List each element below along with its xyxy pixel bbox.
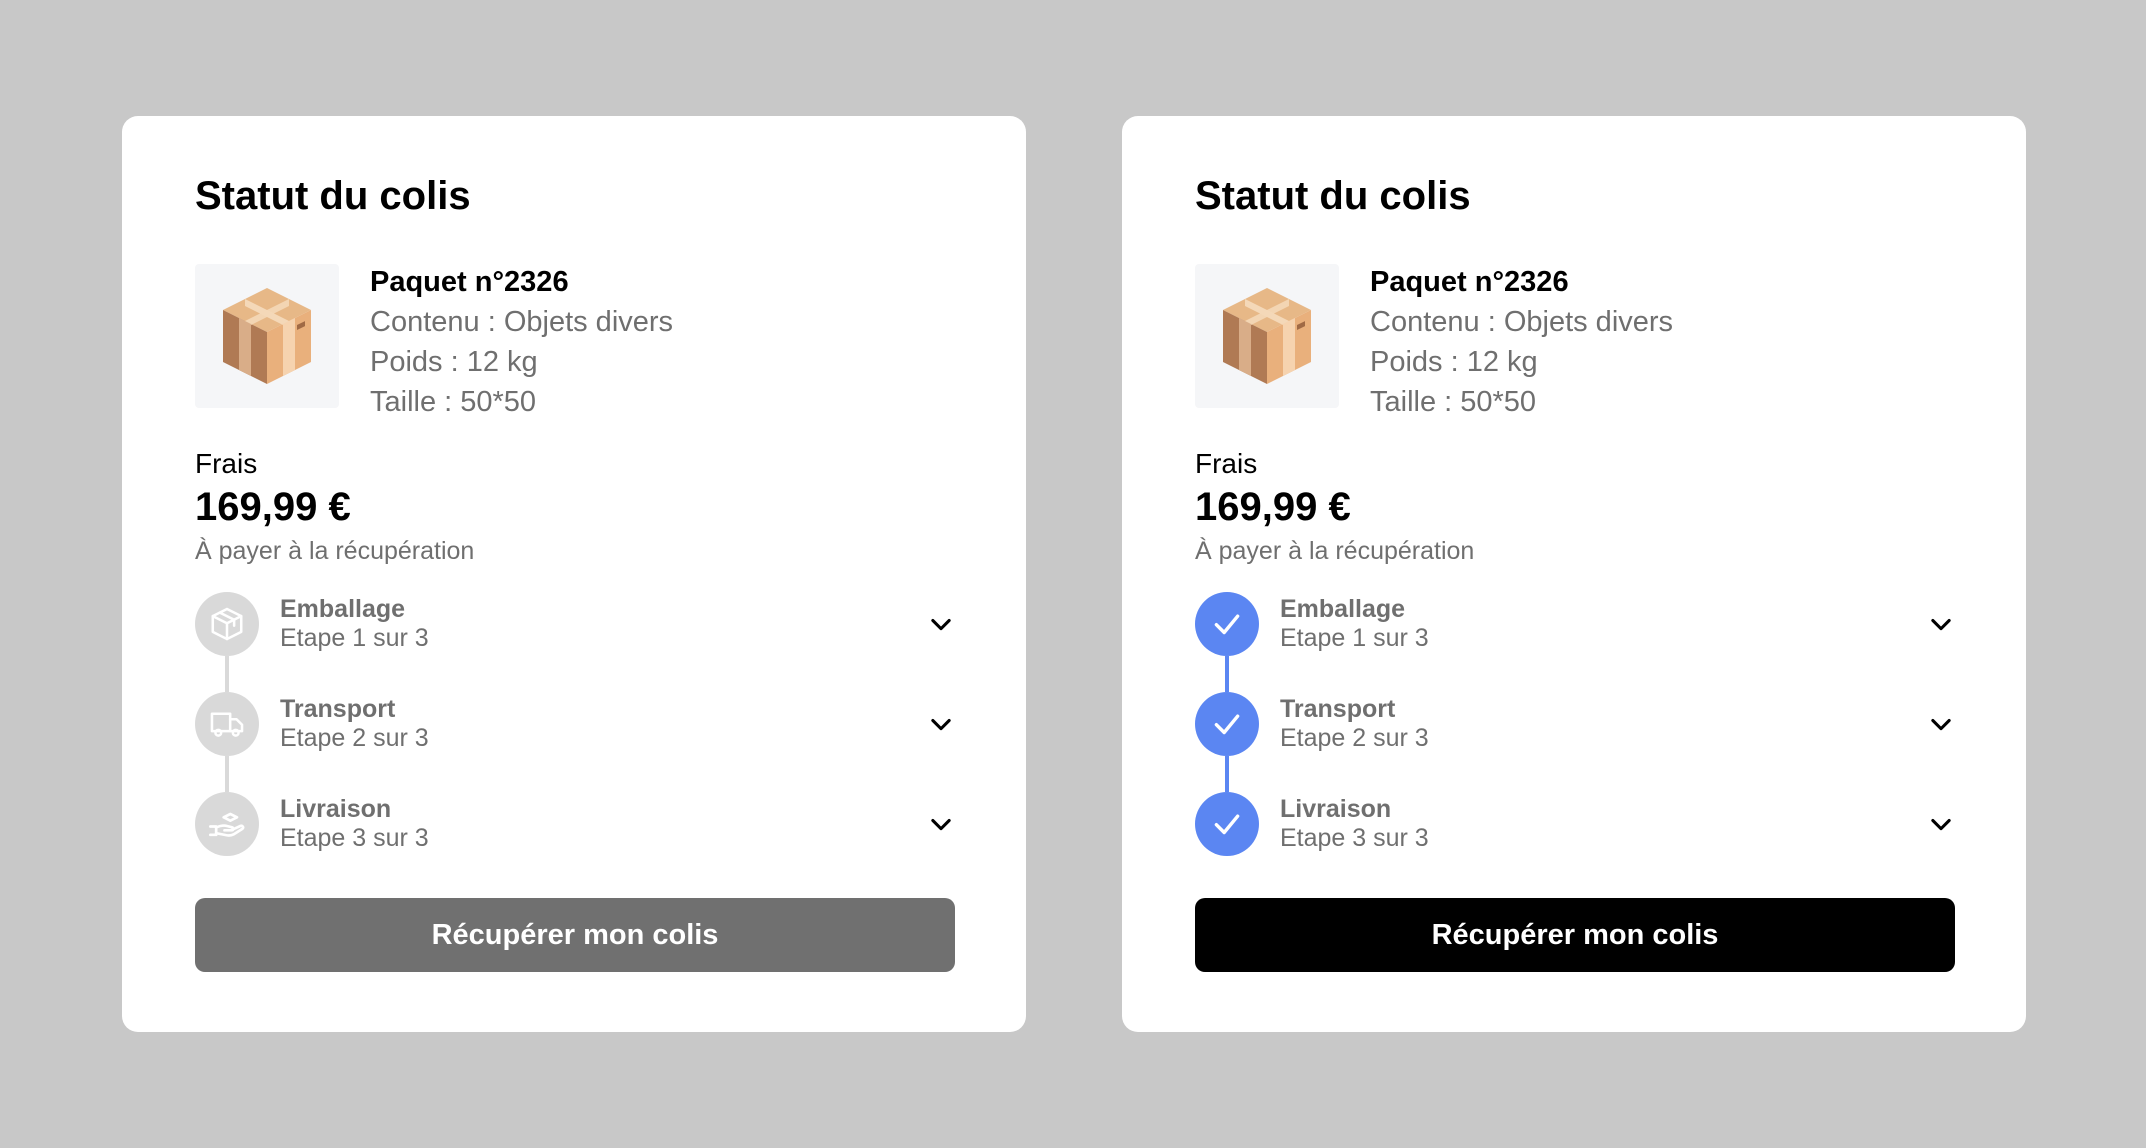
check-icon: [1214, 614, 1240, 635]
fees-label: Frais: [1195, 448, 1258, 479]
package-name: Paquet n°2326: [370, 266, 569, 298]
step-connector: [1225, 756, 1229, 792]
parcel-status-card-completed: Statut du colis Paquet n°2326 Contenu : …: [1122, 116, 2026, 1032]
step-status-circle: [195, 592, 259, 656]
package-image: [1195, 264, 1339, 408]
step-title: Transport: [280, 695, 396, 723]
truck-icon: [210, 712, 244, 737]
package-details: Paquet n°2326 Contenu : Objets divers Po…: [370, 262, 673, 422]
card-title: Statut du colis: [1195, 174, 1471, 218]
cardboard-box-icon: [223, 288, 311, 384]
package-size: Taille : 50*50: [1370, 386, 1537, 418]
step-title: Emballage: [1280, 595, 1406, 623]
step-status-circle: [195, 792, 259, 856]
step-connector: [1225, 656, 1229, 692]
chevron-down-icon[interactable]: [925, 608, 957, 640]
step-status-circle: [195, 692, 259, 756]
chevron-down-icon[interactable]: [925, 708, 957, 740]
step-emballage[interactable]: Emballage Etape 1 sur 3: [195, 592, 957, 658]
step-status-circle: [1195, 592, 1259, 656]
chevron-down-icon[interactable]: [1925, 608, 1957, 640]
delivery-steps: Emballage Etape 1 sur 3 Transport Etape …: [1195, 592, 1957, 858]
hand-delivery-icon: [209, 812, 245, 837]
step-connector: [225, 756, 229, 792]
step-title: Transport: [1280, 695, 1396, 723]
step-subtitle: Etape 1 sur 3: [1280, 624, 1429, 652]
fees-note: À payer à la récupération: [1195, 537, 1475, 565]
check-icon: [1214, 814, 1240, 835]
step-connector: [225, 656, 229, 692]
step-emballage[interactable]: Emballage Etape 1 sur 3: [1195, 592, 1957, 658]
fees-amount: 169,99 €: [195, 485, 351, 529]
package-details: Paquet n°2326 Contenu : Objets divers Po…: [1370, 262, 1673, 422]
package-name: Paquet n°2326: [1370, 266, 1569, 298]
fees-note: À payer à la récupération: [195, 537, 475, 565]
package-content: Contenu : Objets divers: [1370, 306, 1674, 338]
delivery-steps: Emballage Etape 1 sur 3 Transport Etape …: [195, 592, 957, 858]
step-title: Livraison: [1280, 795, 1392, 823]
check-icon: [1214, 714, 1240, 735]
step-subtitle: Etape 2 sur 3: [280, 724, 429, 752]
card-title: Statut du colis: [195, 174, 471, 218]
package-content: Contenu : Objets divers: [370, 306, 674, 338]
step-transport[interactable]: Transport Etape 2 sur 3: [195, 692, 957, 758]
package-weight: Poids : 12 kg: [370, 346, 538, 378]
step-title: Livraison: [280, 795, 392, 823]
chevron-down-icon[interactable]: [925, 808, 957, 840]
cardboard-box-icon: [1223, 288, 1311, 384]
step-subtitle: Etape 1 sur 3: [280, 624, 429, 652]
fees-label: Frais: [195, 448, 258, 479]
fees-amount: 169,99 €: [1195, 485, 1351, 529]
step-livraison[interactable]: Livraison Etape 3 sur 3: [1195, 792, 1957, 858]
package-size: Taille : 50*50: [370, 386, 537, 418]
retrieve-parcel-button[interactable]: Récupérer mon colis: [195, 898, 955, 972]
step-subtitle: Etape 3 sur 3: [1280, 824, 1429, 852]
step-title: Emballage: [280, 595, 406, 623]
step-livraison[interactable]: Livraison Etape 3 sur 3: [195, 792, 957, 858]
package-weight: Poids : 12 kg: [1370, 346, 1538, 378]
package-image: [195, 264, 339, 408]
retrieve-parcel-button[interactable]: Récupérer mon colis: [1195, 898, 1955, 972]
chevron-down-icon[interactable]: [1925, 808, 1957, 840]
step-subtitle: Etape 2 sur 3: [1280, 724, 1429, 752]
step-transport[interactable]: Transport Etape 2 sur 3: [1195, 692, 1957, 758]
step-status-circle: [1195, 692, 1259, 756]
box-icon: [211, 607, 243, 641]
chevron-down-icon[interactable]: [1925, 708, 1957, 740]
parcel-status-card-pending: Statut du colis Paquet n°2326 Contenu : …: [122, 116, 1026, 1032]
step-subtitle: Etape 3 sur 3: [280, 824, 429, 852]
step-status-circle: [1195, 792, 1259, 856]
